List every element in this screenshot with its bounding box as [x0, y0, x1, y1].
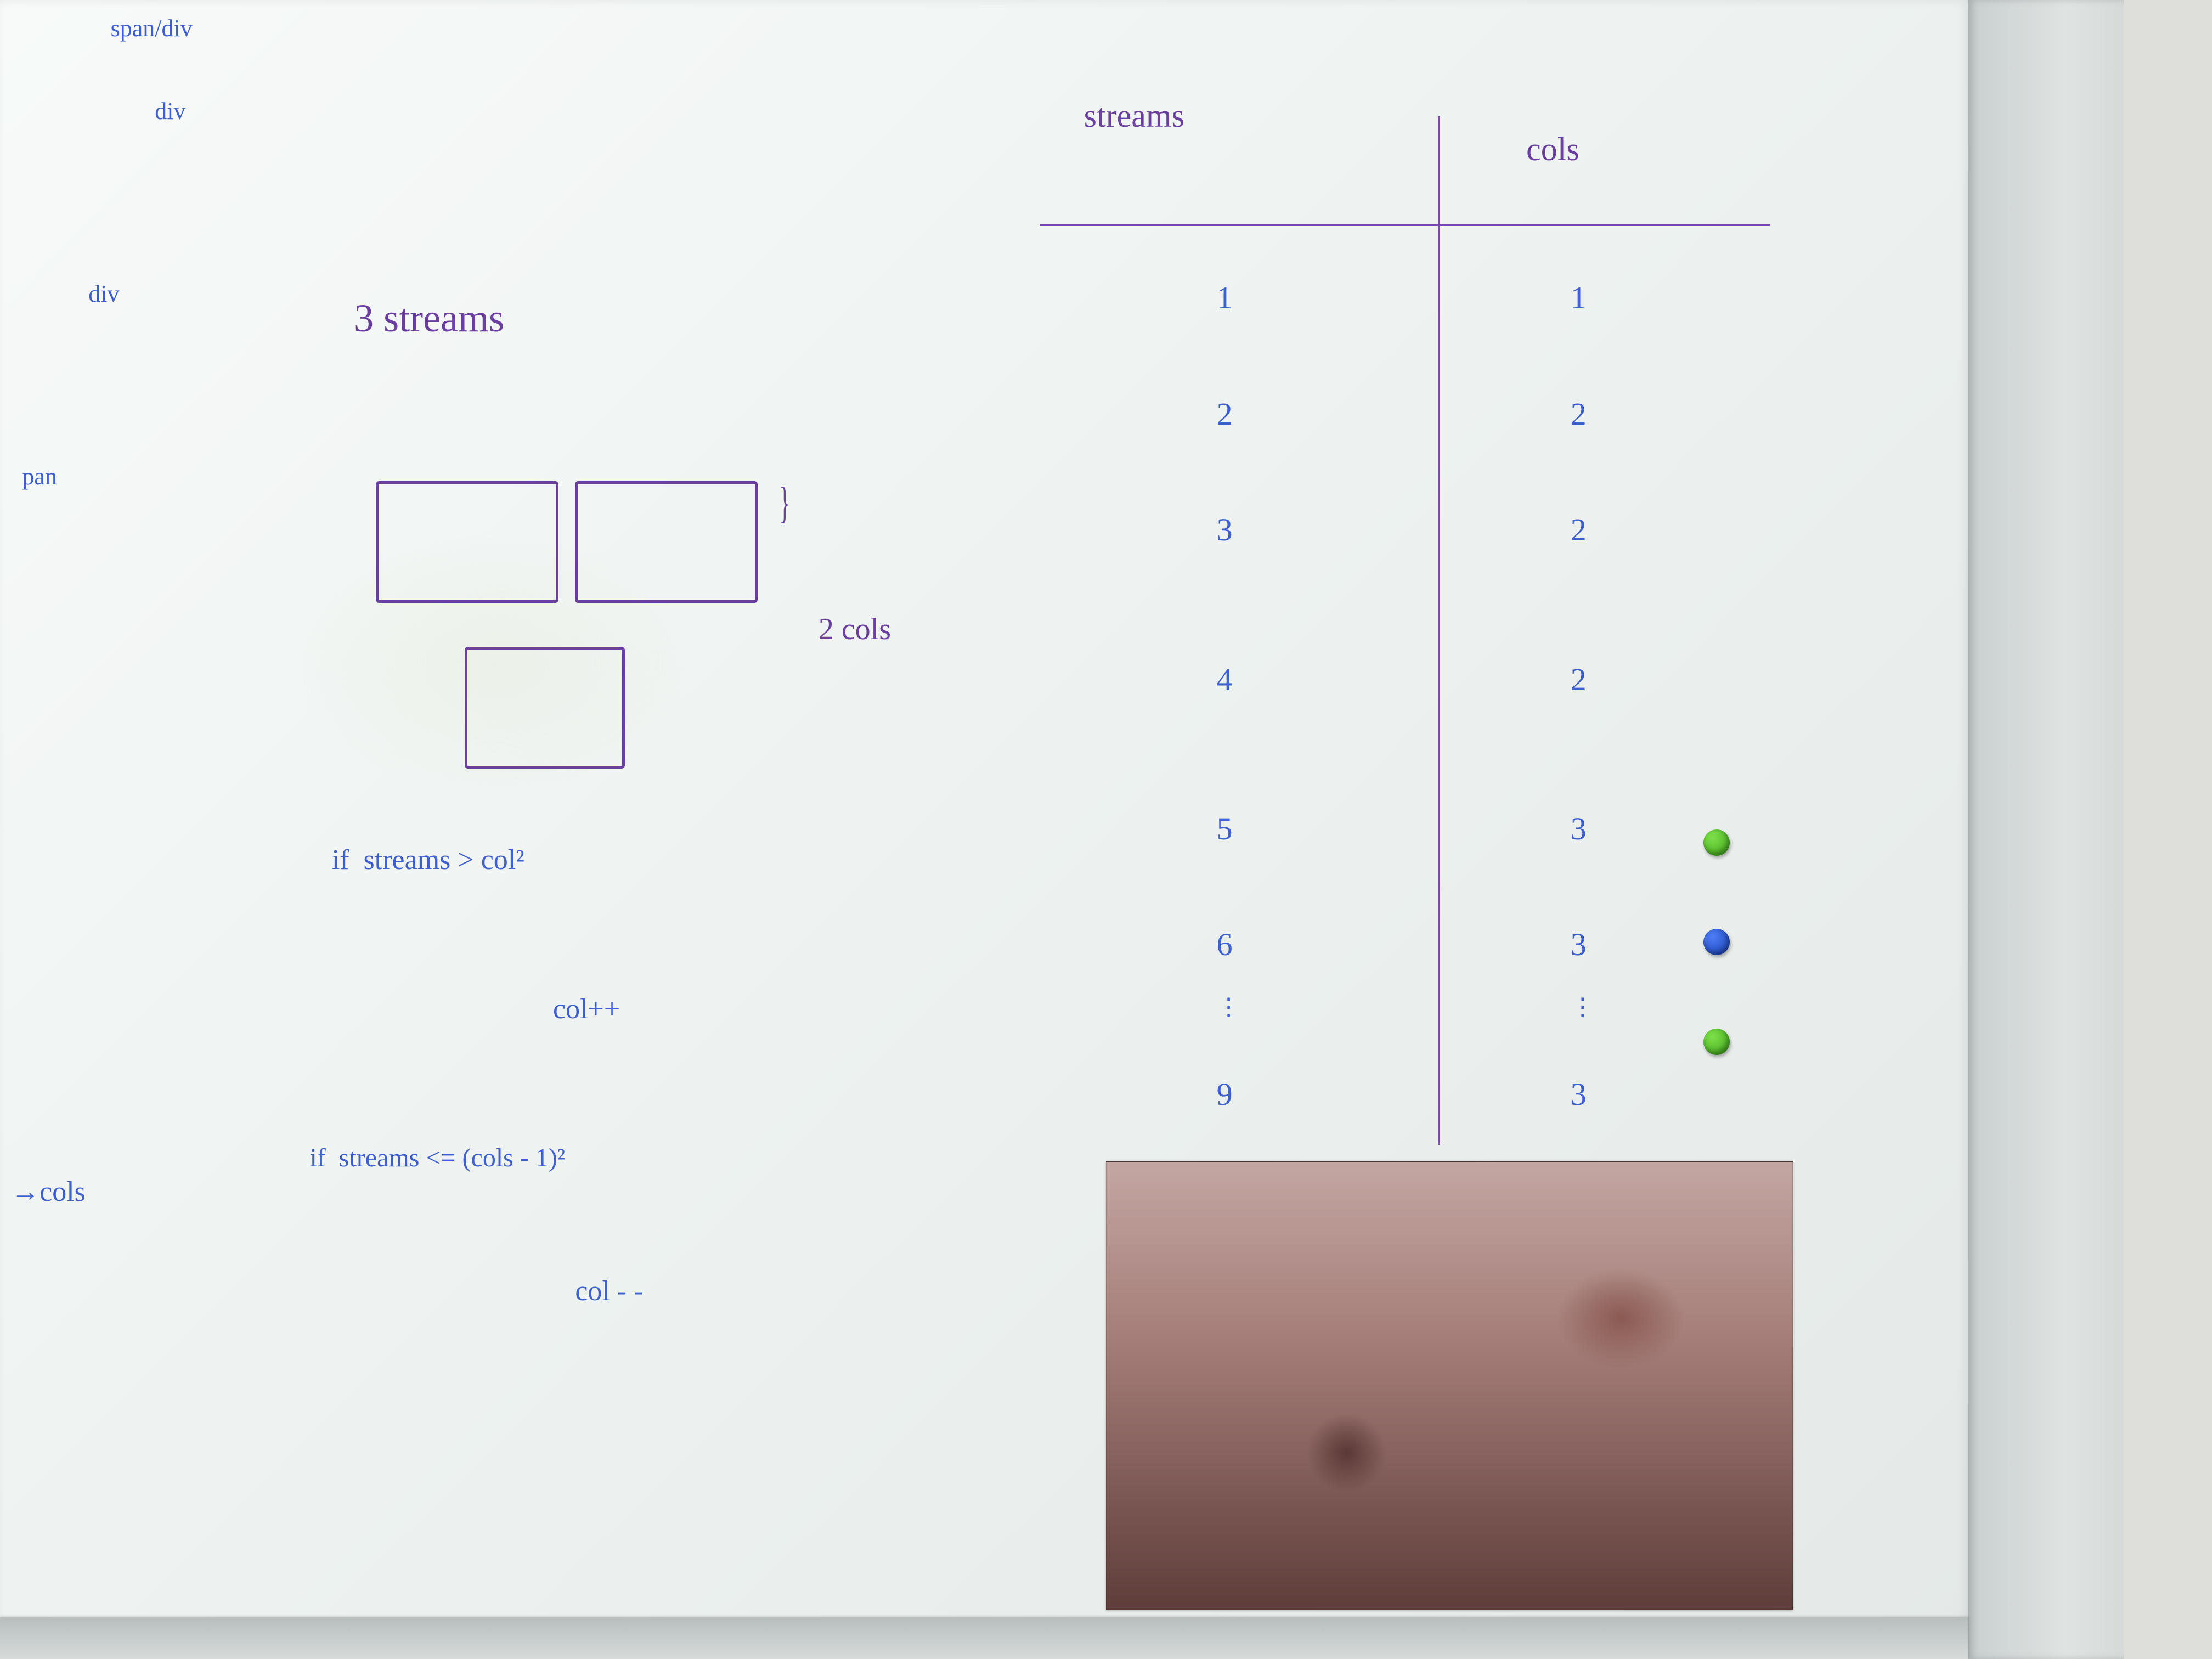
annotation-div-1: div — [155, 99, 185, 123]
magnet-blue-middle[interactable] — [1703, 929, 1730, 955]
diagram-box-3 — [465, 647, 625, 769]
table-header-streams: streams — [1084, 99, 1184, 132]
condition-increase-line2: col++ — [553, 995, 620, 1024]
annotation-pan: pan — [22, 465, 57, 489]
table-streams-ellipsis: ⋮ — [1217, 995, 1241, 1019]
table-cols-1: 1 — [1571, 282, 1587, 314]
attached-picture — [1106, 1161, 1793, 1610]
table-cols-ellipsis: ⋮ — [1571, 995, 1595, 1019]
brace-icon: } — [780, 481, 790, 525]
condition-decrease-line2: col - - — [575, 1277, 643, 1306]
diagram-box-2 — [575, 481, 758, 603]
diagram-box-1 — [376, 481, 558, 603]
magnet-green-top[interactable] — [1703, 830, 1730, 856]
table-cols-5: 3 — [1571, 813, 1587, 845]
annotation-span-div: span/div — [111, 16, 193, 41]
table-streams-4: 4 — [1217, 664, 1233, 696]
table-cols-3: 2 — [1571, 514, 1587, 546]
condition-decrease-line1: if streams <= (cols - 1)² — [309, 1145, 565, 1171]
annotation-to-cols: →cols — [11, 1178, 86, 1206]
table-streams-3: 3 — [1217, 514, 1233, 546]
table-streams-5: 5 — [1217, 813, 1233, 845]
whiteboard-tray — [0, 1617, 1968, 1659]
condition-increase-line1: if streams > col² — [332, 846, 524, 874]
table-streams-2: 2 — [1217, 398, 1233, 430]
wall — [2124, 0, 2212, 1659]
table-cols-2: 2 — [1571, 398, 1587, 430]
magnet-green-bottom[interactable] — [1703, 1029, 1730, 1055]
table-cols-4: 2 — [1571, 664, 1587, 696]
table-streams-6: 6 — [1217, 929, 1233, 961]
table-column-divider — [1438, 116, 1440, 1145]
annotation-div-2: div — [88, 282, 119, 306]
table-header-cols: cols — [1526, 133, 1579, 166]
table-streams-last: 9 — [1217, 1079, 1233, 1110]
table-cols-last: 3 — [1571, 1079, 1587, 1110]
diagram-annotation: 2 cols — [819, 614, 891, 645]
diagram-title: 3 streams — [354, 298, 504, 338]
table-streams-1: 1 — [1217, 282, 1233, 314]
table-cols-6: 3 — [1571, 929, 1587, 961]
table-header-underline — [1040, 224, 1770, 226]
